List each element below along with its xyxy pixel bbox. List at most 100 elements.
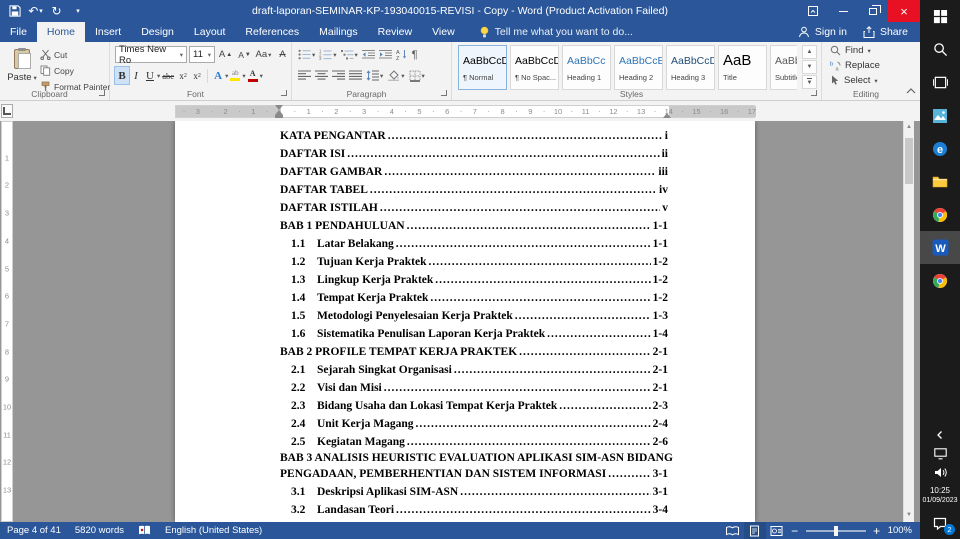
style-heading-3[interactable]: AaBbCcD Heading 3 <box>666 45 715 90</box>
scroll-up-arrow[interactable]: ▲ <box>904 121 914 134</box>
align-left-button[interactable] <box>298 67 311 84</box>
bullets-button[interactable]: ▾ <box>298 46 315 63</box>
photos-icon[interactable] <box>920 99 960 132</box>
find-button[interactable]: Find ▾ <box>830 45 871 56</box>
word-count[interactable]: 5820 words <box>68 522 131 539</box>
style-heading-2[interactable]: AaBbCcE Heading 2 <box>614 45 663 90</box>
numbering-button[interactable]: 1 2 3 ▾ <box>319 46 336 63</box>
read-mode-button[interactable] <box>722 522 744 539</box>
superscript-button[interactable]: x2 <box>190 67 204 84</box>
style-normal[interactable]: AaBbCcDc¶ Normal <box>458 45 507 90</box>
font-size-combo[interactable]: 11 ▾ <box>189 46 215 63</box>
highlight-button[interactable]: ab <box>228 67 242 84</box>
word-icon[interactable]: W <box>920 231 960 264</box>
decrease-indent-button[interactable] <box>361 46 375 63</box>
tell-me-box[interactable]: Tell me what you want to do... <box>479 22 633 42</box>
text-effects-button[interactable]: A <box>211 67 225 84</box>
hidden-icons-chevron[interactable] <box>920 425 960 444</box>
web-layout-button[interactable] <box>766 522 788 539</box>
tab-layout[interactable]: Layout <box>184 22 236 42</box>
sort-button[interactable]: AZ <box>396 46 408 63</box>
search-icon[interactable] <box>920 33 960 66</box>
left-indent-marker[interactable] <box>275 115 283 118</box>
tab-references[interactable]: References <box>235 22 309 42</box>
minimize-button[interactable] <box>828 0 858 22</box>
subscript-button[interactable]: x2 <box>176 67 190 84</box>
tab-mailings[interactable]: Mailings <box>309 22 368 42</box>
zoom-in-button[interactable]: + <box>870 524 884 538</box>
display-tray-icon[interactable] <box>920 444 960 463</box>
style-heading-1[interactable]: AaBbCc Heading 1 <box>562 45 611 90</box>
scrollbar-thumb[interactable] <box>905 138 913 184</box>
styles-scroll-up-button[interactable]: ▲ <box>802 45 817 59</box>
windows-start-icon[interactable] <box>920 0 960 33</box>
sign-in-button[interactable]: Sign in <box>798 26 847 38</box>
share-button[interactable]: Share <box>863 26 908 38</box>
style-no-spac[interactable]: AaBbCcDc¶ No Spac... <box>510 45 559 90</box>
file-explorer-icon[interactable] <box>920 165 960 198</box>
styles-scroll-down-button[interactable]: ▼ <box>802 60 817 74</box>
styles-gallery-more-button[interactable]: ▼ <box>802 75 817 89</box>
shading-button[interactable]: ▾ <box>387 67 405 84</box>
zoom-level[interactable]: 100% <box>884 525 920 536</box>
taskbar-clock[interactable]: 10:25 01/09/2023 <box>922 482 957 510</box>
clear-formatting-button[interactable]: A <box>274 46 291 63</box>
tab-review[interactable]: Review <box>368 22 422 42</box>
restore-button[interactable] <box>858 0 888 22</box>
customize-quick-access-button[interactable]: ▾ <box>67 1 88 21</box>
tab-design[interactable]: Design <box>131 22 184 42</box>
italic-button[interactable]: I <box>129 67 143 84</box>
replace-button[interactable]: ba Replace <box>830 60 880 71</box>
undo-button[interactable]: ↶ ▾ <box>25 1 46 21</box>
tab-insert[interactable]: Insert <box>85 22 131 42</box>
font-color-button[interactable]: A <box>246 67 260 84</box>
increase-indent-button[interactable] <box>378 46 392 63</box>
multilevel-list-button[interactable]: ▾ <box>340 46 358 63</box>
document-page[interactable]: KATA PENGANTAR..........................… <box>175 121 755 522</box>
align-right-button[interactable] <box>332 67 345 84</box>
bold-button[interactable]: B <box>114 66 130 85</box>
borders-button[interactable]: ▾ <box>409 67 425 84</box>
shrink-font-button[interactable]: A ▼ <box>236 46 253 63</box>
underline-button[interactable]: U <box>143 67 157 84</box>
save-button[interactable] <box>4 1 25 21</box>
scroll-down-arrow[interactable]: ▼ <box>904 509 914 522</box>
proofing-status[interactable] <box>131 522 158 539</box>
horizontal-ruler[interactable]: 1 2 3 1 2 3 4 5 6 7 8 9 10 11 12 13 14 15 16 17 · · · · · · · · · · · ·… <box>175 105 756 118</box>
styles-dialog-launcher[interactable] <box>810 89 819 98</box>
grow-font-button[interactable]: A ▲ <box>217 46 234 63</box>
line-spacing-button[interactable]: ▾ <box>366 67 383 84</box>
cut-button[interactable]: Cut <box>40 47 110 62</box>
language-indicator[interactable]: English (United States) <box>158 522 269 539</box>
chrome-2-icon[interactable] <box>920 264 960 297</box>
task-view-icon[interactable] <box>920 66 960 99</box>
tab-view[interactable]: View <box>422 22 465 42</box>
font-family-combo[interactable]: Times New Ro ▾ <box>115 44 187 66</box>
action-center-button[interactable]: 2 <box>920 510 960 536</box>
zoom-slider-thumb[interactable] <box>833 525 838 536</box>
clipboard-dialog-launcher[interactable] <box>98 89 107 98</box>
zoom-out-button[interactable]: − <box>788 524 802 538</box>
align-center-button[interactable] <box>315 67 328 84</box>
style-subtitle[interactable]: AaBbCcDSubtitle <box>770 45 797 90</box>
paragraph-dialog-launcher[interactable] <box>440 89 449 98</box>
tab-file[interactable]: File <box>0 22 37 42</box>
select-button[interactable]: Select ▾ <box>830 75 878 86</box>
show-paragraph-marks-button[interactable]: ¶ <box>412 46 418 63</box>
tab-stop-selector[interactable] <box>1 104 13 118</box>
page-indicator[interactable]: Page 4 of 41 <box>0 522 68 539</box>
vertical-scrollbar[interactable]: ▲ ▼ <box>903 121 914 522</box>
style-title[interactable]: AaB Title <box>718 45 767 90</box>
collapse-ribbon-button[interactable] <box>906 85 916 97</box>
font-dialog-launcher[interactable] <box>280 89 289 98</box>
justify-button[interactable] <box>349 67 362 84</box>
zoom-slider[interactable] <box>805 525 866 536</box>
chrome-icon[interactable] <box>920 198 960 231</box>
vertical-ruler[interactable]: 1 2 3 4 5 6 7 8 9 10 11 12 13 <box>1 121 13 522</box>
close-button[interactable]: × <box>888 0 920 22</box>
edge-icon[interactable]: e <box>920 132 960 165</box>
right-indent-marker[interactable] <box>663 113 671 118</box>
ribbon-display-options-button[interactable] <box>798 0 828 22</box>
print-layout-button[interactable] <box>743 522 766 539</box>
change-case-button[interactable]: Aa ▾ <box>255 46 272 63</box>
